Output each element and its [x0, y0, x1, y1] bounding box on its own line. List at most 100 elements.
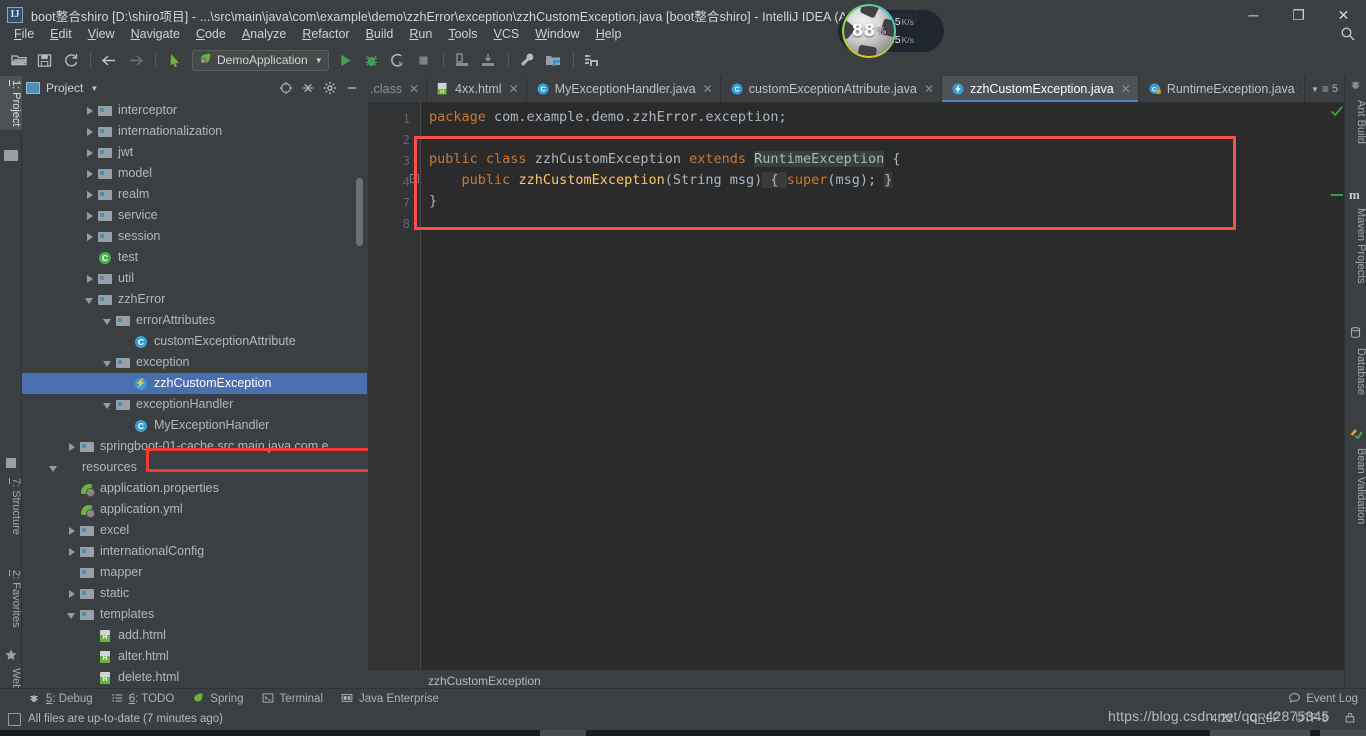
debug-icon[interactable]: [359, 49, 384, 71]
network-speed-widget[interactable]: 88% ↑ 0.5 K/s ↓ 6.5 K/s: [838, 4, 944, 58]
tree-node[interactable]: templates: [22, 604, 367, 625]
tree-node[interactable]: springboot-01-cache.src.main.java.com.e: [22, 436, 367, 457]
chevron-down-icon[interactable]: [102, 357, 114, 369]
close-icon[interactable]: ✕: [509, 82, 519, 96]
menu-item-help[interactable]: Help: [588, 25, 630, 43]
tree-node[interactable]: internationalization: [22, 121, 367, 142]
lock-icon[interactable]: [1344, 711, 1356, 727]
menu-item-tools[interactable]: Tools: [440, 25, 485, 43]
chevron-right-icon[interactable]: [66, 588, 78, 600]
tree-node[interactable]: application.properties: [22, 478, 367, 499]
tab-list-icon[interactable]: ≡: [1322, 82, 1329, 96]
tree-node[interactable]: static: [22, 583, 367, 604]
tree-node[interactable]: errorAttributes: [22, 310, 367, 331]
locate-icon[interactable]: [279, 81, 293, 95]
tree-node[interactable]: add.html: [22, 625, 367, 646]
database-icon[interactable]: [580, 49, 605, 71]
menu-item-refactor[interactable]: Refactor: [294, 25, 357, 43]
tree-node[interactable]: excel: [22, 520, 367, 541]
gear-icon[interactable]: [323, 81, 337, 95]
editor-gutter[interactable]: 1 2 3 4 7 8 +: [368, 102, 420, 692]
tool-tab-ant-build[interactable]: Ant Build: [1345, 96, 1366, 148]
code-fold-expand-icon[interactable]: +: [410, 174, 419, 183]
build-project-icon[interactable]: [450, 49, 475, 71]
menu-item-analyze[interactable]: Analyze: [234, 25, 294, 43]
tree-node[interactable]: realm: [22, 184, 367, 205]
chevron-right-icon[interactable]: [84, 231, 96, 243]
collapse-all-icon[interactable]: [301, 81, 315, 95]
tool-window-6todo[interactable]: 6: TODO: [111, 692, 174, 705]
chevron-right-icon[interactable]: [84, 105, 96, 117]
chevron-right-icon[interactable]: [66, 525, 78, 537]
chevron-right-icon[interactable]: [66, 546, 78, 558]
chevron-down-icon[interactable]: [102, 399, 114, 411]
breadcrumb-item[interactable]: zzhCustomException: [428, 674, 541, 688]
back-arrow-icon[interactable]: [97, 49, 122, 71]
chevron-right-icon[interactable]: [84, 210, 96, 222]
event-log-button[interactable]: Event Log: [1288, 692, 1358, 705]
chevron-right-icon[interactable]: [84, 147, 96, 159]
tree-node[interactable]: mapper: [22, 562, 367, 583]
wrench-settings-icon[interactable]: [515, 49, 540, 71]
chevron-right-icon[interactable]: [84, 126, 96, 138]
taskbar-item[interactable]: [1210, 730, 1310, 736]
run-with-coverage-icon[interactable]: [385, 49, 410, 71]
editor-tab-customexceptionattribute.java[interactable]: CcustomExceptionAttribute.java ✕: [721, 76, 942, 102]
taskbar-item[interactable]: [540, 730, 586, 736]
editor-tab-zzhcustomexception.java[interactable]: zzhCustomException.java ✕: [941, 76, 1139, 102]
close-icon[interactable]: ✕: [1121, 82, 1131, 96]
code-line[interactable]: public class zzhCustomException extends …: [429, 149, 900, 170]
forward-arrow-icon[interactable]: [123, 49, 148, 71]
menu-item-file[interactable]: File: [6, 25, 42, 43]
stop-icon[interactable]: [411, 49, 436, 71]
chevron-down-icon[interactable]: ▼: [315, 56, 323, 65]
chevron-down-icon[interactable]: [84, 294, 96, 306]
taskbar-item[interactable]: [1320, 730, 1366, 736]
chevron-down-icon[interactable]: ▼: [90, 84, 98, 93]
tree-node[interactable]: model: [22, 163, 367, 184]
editor-tab-myexceptionhandler.java[interactable]: C MyExceptionHandler.java ✕: [527, 76, 721, 102]
tree-node[interactable]: test: [22, 247, 367, 268]
tree-node[interactable]: jwt: [22, 142, 367, 163]
tree-node[interactable]: util: [22, 268, 367, 289]
close-icon[interactable]: ✕: [409, 82, 419, 96]
menu-item-navigate[interactable]: Navigate: [123, 25, 188, 43]
chevron-down-icon[interactable]: [102, 315, 114, 327]
tool-tab-structure[interactable]: 7: Structure: [0, 474, 22, 539]
editor-tabs-overflow[interactable]: ▼ ≡ 5: [1303, 76, 1344, 102]
open-folder-icon[interactable]: [6, 49, 31, 71]
chevron-down-icon[interactable]: [66, 609, 78, 621]
tree-node[interactable]: zzhError: [22, 289, 367, 310]
editor-tab-.class[interactable]: .class ✕: [368, 76, 428, 102]
close-icon[interactable]: ✕: [924, 82, 934, 96]
editor-tab-4xx.html[interactable]: H 4xx.html ✕: [427, 76, 527, 102]
tree-node[interactable]: interceptor: [22, 100, 367, 121]
tree-node[interactable]: customExceptionAttribute: [22, 331, 367, 352]
chevron-right-icon[interactable]: [84, 189, 96, 201]
tree-node[interactable]: alter.html: [22, 646, 367, 667]
code-line[interactable]: }: [429, 191, 437, 212]
run-icon[interactable]: [333, 49, 358, 71]
sync-refresh-icon[interactable]: [58, 49, 83, 71]
chevron-down-icon[interactable]: [48, 462, 60, 474]
code-line[interactable]: package com.example.demo.zzhError.except…: [429, 107, 787, 128]
chevron-down-icon[interactable]: ▼: [1311, 85, 1319, 94]
code-line[interactable]: public zzhCustomException(String msg) { …: [429, 170, 893, 191]
tool-window-5debug[interactable]: 5: Debug: [28, 692, 93, 705]
menu-item-vcs[interactable]: VCS: [486, 25, 528, 43]
editor-tab-runtimeexception.java[interactable]: CRuntimeException.java✕: [1139, 76, 1320, 102]
chevron-right-icon[interactable]: [66, 441, 78, 453]
menu-item-code[interactable]: Code: [188, 25, 234, 43]
cursor-arrow-icon[interactable]: [162, 49, 187, 71]
tree-node[interactable]: exception: [22, 352, 367, 373]
menu-item-run[interactable]: Run: [401, 25, 440, 43]
menu-item-build[interactable]: Build: [358, 25, 402, 43]
tool-window-spring[interactable]: Spring: [192, 692, 244, 705]
tool-tab-database[interactable]: Database: [1345, 344, 1366, 399]
tree-node-selected[interactable]: zzhCustomException: [22, 373, 367, 394]
tool-tab-bean-validation[interactable]: Bean Validation: [1345, 444, 1366, 528]
close-icon[interactable]: ✕: [703, 82, 713, 96]
tool-tab-maven-projects[interactable]: Maven Projects: [1345, 204, 1366, 288]
project-structure-icon[interactable]: [541, 49, 566, 71]
tree-node[interactable]: session: [22, 226, 367, 247]
